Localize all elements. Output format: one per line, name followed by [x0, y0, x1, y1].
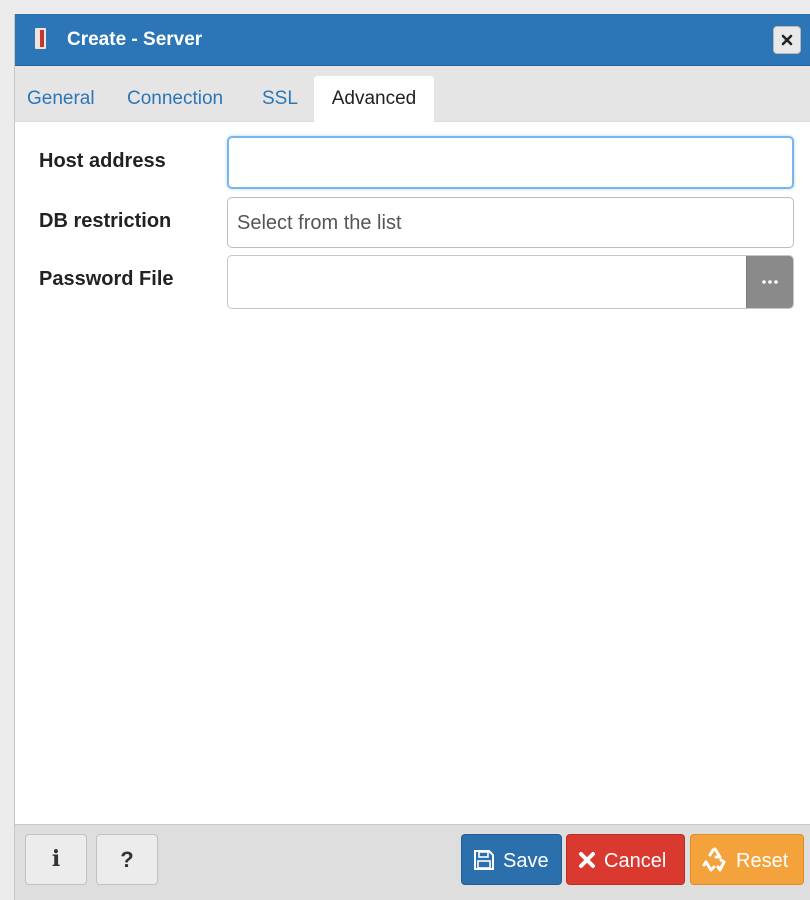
dialog-titlebar: Create - Server	[15, 14, 810, 66]
password-file-label: Password File	[39, 268, 174, 290]
reset-button[interactable]: Reset	[690, 834, 804, 885]
tab-general[interactable]: General	[27, 76, 95, 122]
tab-ssl[interactable]: SSL	[262, 76, 298, 122]
server-icon	[35, 28, 46, 49]
host-address-input[interactable]	[227, 136, 794, 189]
host-address-label: Host address	[39, 150, 166, 172]
password-file-field[interactable]	[227, 255, 794, 309]
close-icon	[781, 34, 793, 46]
cancel-label: Cancel	[604, 850, 667, 872]
create-server-dialog: Create - Server General Connection SSL A…	[14, 14, 810, 900]
tab-bar: General Connection SSL Advanced	[15, 66, 810, 122]
dialog-title: Create - Server	[67, 29, 203, 50]
db-restriction-label: DB restriction	[39, 210, 172, 232]
db-restriction-placeholder: Select from the list	[237, 212, 402, 234]
reset-label: Reset	[736, 850, 789, 872]
db-restriction-select[interactable]: Select from the list	[227, 197, 794, 248]
floppy-disk-icon	[474, 850, 494, 870]
x-icon	[579, 852, 595, 868]
browse-file-button[interactable]	[746, 256, 793, 308]
save-label: Save	[503, 850, 549, 872]
save-button[interactable]: Save	[461, 834, 562, 885]
info-button[interactable]: i	[25, 834, 87, 885]
help-button[interactable]: ?	[96, 834, 158, 885]
close-button[interactable]	[773, 26, 801, 54]
tab-connection[interactable]: Connection	[127, 76, 223, 122]
ellipsis-icon	[762, 280, 778, 284]
recycle-icon	[702, 847, 726, 872]
dialog-footer: i ? Save Cancel Reset	[15, 824, 810, 900]
tab-advanced[interactable]: Advanced	[314, 76, 434, 122]
cancel-button[interactable]: Cancel	[566, 834, 685, 885]
